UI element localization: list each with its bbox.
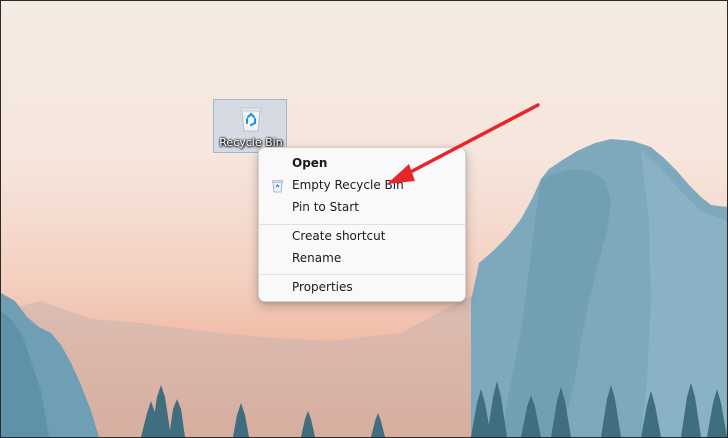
recycle-bin-icon bbox=[240, 107, 262, 132]
menu-item-rename[interactable]: Rename bbox=[263, 249, 461, 269]
menu-item-label: Pin to Start bbox=[292, 200, 359, 214]
menu-item-properties[interactable]: Properties bbox=[263, 278, 461, 298]
menu-item-label: Rename bbox=[292, 251, 342, 265]
menu-item-empty-recycle-bin[interactable]: Empty Recycle Bin bbox=[263, 176, 461, 196]
menu-item-label: Empty Recycle Bin bbox=[292, 178, 404, 192]
menu-item-label: Create shortcut bbox=[292, 229, 386, 243]
screenshot-frame: Recycle Bin Open Empty Recycle Bin Pin t… bbox=[0, 0, 728, 438]
context-menu: Open Empty Recycle Bin Pin to Start Crea… bbox=[258, 147, 466, 302]
menu-separator bbox=[259, 274, 465, 275]
menu-item-open[interactable]: Open bbox=[263, 154, 461, 174]
menu-item-pin-to-start[interactable]: Pin to Start bbox=[263, 198, 461, 218]
menu-item-label: Properties bbox=[292, 280, 353, 294]
recycle-bin-icon bbox=[272, 180, 283, 193]
menu-item-label: Open bbox=[292, 156, 328, 170]
menu-item-create-shortcut[interactable]: Create shortcut bbox=[263, 227, 461, 247]
menu-separator bbox=[259, 224, 465, 225]
recycle-bin-desktop-icon[interactable]: Recycle Bin bbox=[213, 99, 287, 153]
